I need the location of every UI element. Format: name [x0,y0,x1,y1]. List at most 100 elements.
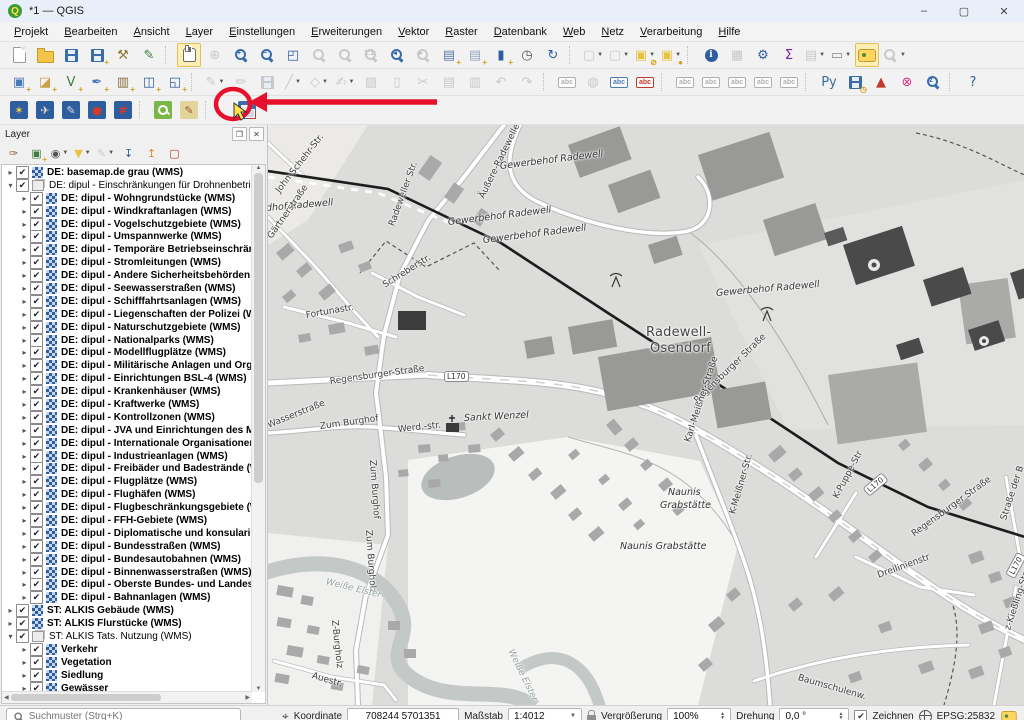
layer-item[interactable]: ▸✔DE: dipul - Flughäfen (WMS) [2,488,252,501]
layer-checkbox[interactable]: ✔ [30,192,43,205]
expand-icon[interactable]: ▸ [5,606,16,615]
layer-checkbox[interactable]: ✔ [30,527,43,540]
locator-search-input[interactable] [27,710,236,720]
layer-checkbox[interactable]: ✔ [30,359,43,372]
menu-ansicht[interactable]: Ansicht [125,24,177,40]
plugin-red-triangle-button[interactable]: ▲ [869,70,893,94]
layer-checkbox[interactable]: ✔ [30,308,43,321]
expand-icon[interactable]: ▸ [19,426,30,435]
menu-bearbeiten[interactable]: Bearbeiten [56,24,125,40]
crs-globe-icon[interactable] [919,710,932,720]
layer-item[interactable]: ▾✔DE: dipul - Einschränkungen für Drohne… [2,179,252,192]
expand-icon[interactable]: ▸ [19,542,30,551]
map-refresh-button[interactable]: ↻ [541,43,565,67]
layer-item[interactable]: ▸✔DE: basemap.de grau (WMS) [2,166,252,179]
magnifier-spinbox[interactable]: 100% ▲▼ [667,708,731,720]
locator-search[interactable] [6,708,241,720]
expand-icon[interactable]: ▸ [19,258,30,267]
layer-checkbox[interactable]: ✔ [30,205,43,218]
layer-checkbox[interactable]: ✔ [16,630,29,643]
layer-checkbox[interactable]: ✔ [30,669,43,682]
help-button[interactable]: ? [961,70,985,94]
panel-float-button[interactable]: ❐ [232,127,247,141]
collapse-all-button[interactable]: ↥ [141,143,162,164]
expand-all-button[interactable]: ↧ [118,143,139,164]
layer-item[interactable]: ▸✔Siedlung [2,669,252,682]
expand-icon[interactable]: ▸ [19,361,30,370]
map-tips-button[interactable] [855,43,879,67]
layer-checkbox[interactable]: ✔ [30,295,43,308]
expand-icon[interactable]: ▸ [19,439,30,448]
expand-icon[interactable]: ▸ [19,593,30,602]
scroll-up-icon[interactable]: ▲ [256,165,262,171]
panel-close-button[interactable]: ✕ [249,127,264,141]
menu-netz[interactable]: Netz [593,24,632,40]
dropdown-arrow-icon[interactable]: ▼ [295,79,301,85]
layer-checkbox[interactable]: ✔ [30,243,43,256]
identify-features-button[interactable]: i [699,43,723,67]
layer-item[interactable]: ▸✔DE: dipul - Bundesautobahnen (WMS) [2,553,252,566]
layer-item[interactable]: ▸✔DE: dipul - Liegenschaften der Polizei… [2,308,252,321]
expand-icon[interactable]: ▸ [19,245,30,254]
layer-item[interactable]: ▸✔DE: dipul - Krankenhäuser (WMS) [2,385,252,398]
layer-item[interactable]: ▸✔DE: dipul - Andere Sicherheitsbehörden… [2,269,252,282]
layer-checkbox[interactable]: ✔ [30,579,43,592]
layers-horizontal-scrollbar[interactable]: ◀ ▶ [2,691,252,703]
layer-checkbox[interactable]: ✔ [16,617,29,630]
statistical-summary-button[interactable]: Σ [777,43,801,67]
layer-checkbox[interactable]: ✔ [30,450,43,463]
layer-item[interactable]: ▸✔DE: dipul - Seewasserstraßen (WMS) [2,282,252,295]
remove-layer-button[interactable]: ▢ [164,143,185,164]
layer-item[interactable]: ▸✔DE: dipul - Umspannwerke (WMS) [2,230,252,243]
layer-checkbox[interactable]: ✔ [30,437,43,450]
crs-value[interactable]: EPSG:25832 [937,711,995,720]
add-geopackage-layer-button[interactable]: ◪+ [33,70,57,94]
coordinate-value[interactable]: 708244 5701351 [347,708,459,720]
python-console-button[interactable]: Py [817,70,841,94]
dropdown-arrow-icon[interactable]: ▼ [108,150,114,156]
lock-icon[interactable] [587,715,596,720]
layer-item[interactable]: ▸✔DE: dipul - Kontrollzonen (WMS) [2,411,252,424]
dropdown-arrow-icon[interactable]: ▼ [819,52,825,58]
layer-item[interactable]: ▸✔DE: dipul - Modellflugplätze (WMS) [2,346,252,359]
expand-icon[interactable]: ▸ [19,400,30,409]
zoom-in-button[interactable]: + [229,43,253,67]
layer-item[interactable]: ▸✔DE: dipul - Windkraftanlagen (WMS) [2,205,252,218]
layer-checkbox[interactable]: ✔ [16,166,29,179]
expand-icon[interactable]: ▸ [19,413,30,422]
menu-erweiterungen[interactable]: Erweiterungen [303,24,390,40]
expand-icon[interactable]: ▸ [19,671,30,680]
zoom-out-button[interactable]: − [255,43,279,67]
deselect-features-button[interactable]: ▣⊘▼ [633,43,657,67]
chevron-down-icon[interactable]: ▼ [570,713,576,719]
expand-icon[interactable]: ▸ [19,348,30,357]
dropdown-arrow-icon[interactable]: ▼ [623,52,629,58]
add-mssql-layer-button[interactable]: ▥+ [111,70,135,94]
scale-combo[interactable]: 1:4012 ▼ [508,708,582,720]
project-open-button[interactable] [33,43,57,67]
dropdown-arrow-icon[interactable]: ▼ [845,52,851,58]
expand-icon[interactable]: ▸ [19,232,30,241]
layer-checkbox[interactable]: ✔ [16,179,29,192]
layer-checkbox[interactable]: ✔ [30,656,43,669]
layer-item[interactable]: ▸✔DE: dipul - Vogelschutzgebiete (WMS) [2,218,252,231]
manage-map-themes-button[interactable]: ◉▼ [49,143,70,164]
dropdown-arrow-icon[interactable]: ▼ [85,150,91,156]
layer-item[interactable]: ▸✔DE: dipul - Flugbeschränkungsgebiete (… [2,501,252,514]
zoom-full-button[interactable]: ◰ [281,43,305,67]
expand-icon[interactable]: ▸ [19,284,30,293]
dropdown-arrow-icon[interactable]: ▼ [597,52,603,58]
coordinate-capture-icon[interactable]: ⌖ [282,709,289,720]
layer-item[interactable]: ▸✔Vegetation [2,656,252,669]
measure-line-button[interactable]: ▭▼ [829,43,853,67]
menu-vektor[interactable]: Vektor [390,24,437,40]
plugin-sketch-button[interactable]: ✎ [59,98,83,122]
plugin-map-edit-button[interactable]: ✎ [177,98,201,122]
dropdown-arrow-icon[interactable]: ▼ [348,79,354,85]
layer-checkbox[interactable]: ✔ [30,321,43,334]
expand-icon[interactable]: ▸ [19,568,30,577]
expand-icon[interactable]: ▸ [19,194,30,203]
close-button[interactable]: ✕ [984,0,1024,22]
spinner-icons[interactable]: ▲▼ [839,712,844,720]
expand-icon[interactable]: ▸ [19,580,30,589]
